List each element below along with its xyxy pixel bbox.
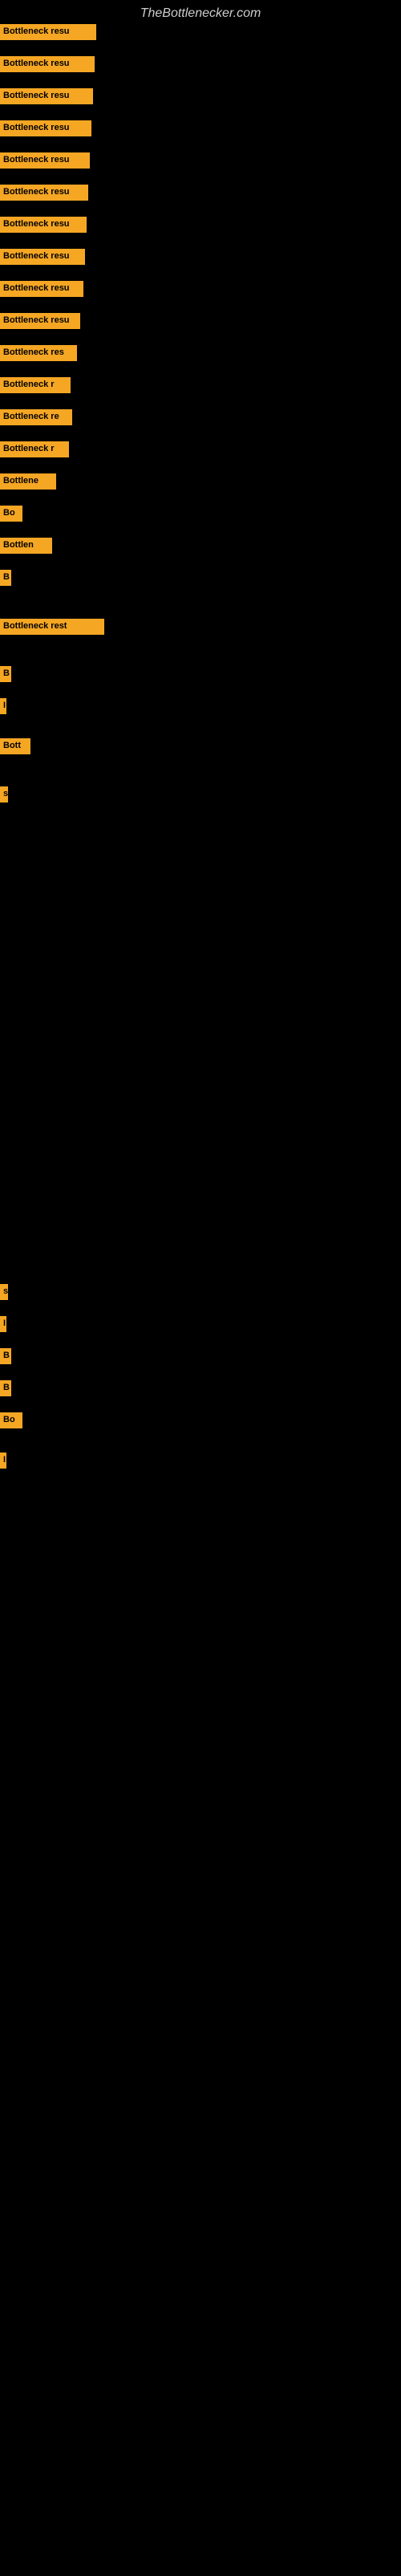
bar-label[interactable]: Bottleneck r [0,377,71,393]
bar-row: Bottleneck resu [0,217,87,233]
bar-row: Bottlen [0,538,52,554]
bar-label[interactable]: Bottleneck r [0,441,69,457]
bar-row: Bottleneck resu [0,56,95,72]
bar-row: Bottleneck resu [0,120,91,136]
bar-row: Bo [0,1412,22,1428]
bar-label[interactable]: B [0,1348,11,1364]
bar-label[interactable]: Bottlene [0,473,56,490]
bar-row: Bottleneck resu [0,88,93,104]
bar-label[interactable]: Bottleneck re [0,409,72,425]
bar-label[interactable]: Bottleneck resu [0,120,91,136]
bar-row: Bottleneck resu [0,185,88,201]
bar-row: Bottleneck resu [0,249,85,265]
bar-row: Bottleneck resu [0,24,96,40]
bar-label[interactable]: I [0,1316,6,1332]
bar-row: I [0,1316,6,1332]
bar-label[interactable]: B [0,570,11,586]
bar-row: Bottleneck r [0,441,69,457]
bar-row: B [0,1380,11,1396]
bar-label[interactable]: s [0,786,8,802]
bar-label[interactable]: Bottleneck resu [0,56,95,72]
bar-label[interactable]: Bottleneck resu [0,88,93,104]
bar-label[interactable]: Bo [0,1412,22,1428]
bar-label[interactable]: Bottleneck resu [0,313,80,329]
bar-row: s [0,1284,8,1300]
bar-row: Bottleneck res [0,345,77,361]
bar-label[interactable]: B [0,1380,11,1396]
bar-label[interactable]: s [0,1284,8,1300]
bar-label[interactable]: Bottleneck rest [0,619,104,635]
site-title: TheBottlenecker.com [0,0,401,24]
bar-label[interactable]: Bo [0,506,22,522]
bar-row: B [0,1348,11,1364]
bar-row: Bottleneck resu [0,313,80,329]
bar-label[interactable]: Bottleneck resu [0,217,87,233]
bar-row: s [0,786,8,802]
bar-row: B [0,570,11,586]
bar-row: Bottleneck resu [0,281,83,297]
bar-row: Bo [0,506,22,522]
bar-label[interactable]: Bottleneck resu [0,185,88,201]
bar-label[interactable]: Bottleneck resu [0,281,83,297]
bar-label[interactable]: Bottleneck resu [0,249,85,265]
bar-row: Bottleneck resu [0,152,90,169]
bar-label[interactable]: I [0,698,6,714]
bar-row: I [0,698,6,714]
bar-label[interactable]: I [0,1453,6,1469]
bar-label[interactable]: Bottleneck resu [0,24,96,40]
bar-row: B [0,666,11,682]
bar-row: I [0,1453,6,1469]
bar-row: Bottleneck re [0,409,72,425]
bar-row: Bottlene [0,473,56,490]
bar-label[interactable]: B [0,666,11,682]
bar-row: Bott [0,738,30,754]
bar-label[interactable]: Bottlen [0,538,52,554]
bar-row: Bottleneck r [0,377,71,393]
bar-row: Bottleneck rest [0,619,104,635]
bar-label[interactable]: Bott [0,738,30,754]
bar-label[interactable]: Bottleneck resu [0,152,90,169]
bar-label[interactable]: Bottleneck res [0,345,77,361]
